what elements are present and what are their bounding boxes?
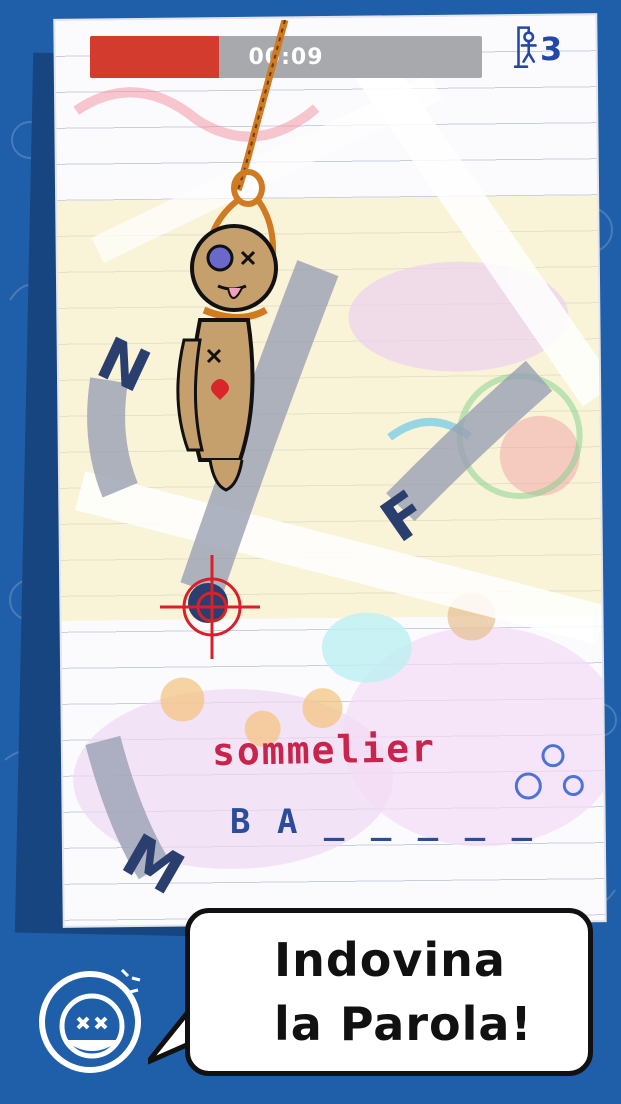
app-logo-icon[interactable] xyxy=(34,958,154,1078)
notebook-paper xyxy=(55,15,605,926)
banner-line-2: la Parola! xyxy=(274,997,533,1051)
hanging-doll xyxy=(176,20,289,492)
svg-text:M: M xyxy=(115,821,195,909)
flying-letter-m[interactable]: M xyxy=(115,820,205,910)
answer-pattern: B A _ _ _ _ _ xyxy=(230,802,536,842)
flying-letter-n[interactable]: N xyxy=(90,330,170,410)
banner-line-1: Indovina xyxy=(274,933,506,987)
svg-text:F: F xyxy=(370,477,440,550)
crosshair-icon[interactable] xyxy=(160,555,260,665)
doodle-scene xyxy=(57,46,605,880)
speech-bubble: Indovina la Parola! xyxy=(185,908,593,1076)
lives-count: 3 xyxy=(540,30,563,68)
svg-text:N: N xyxy=(90,330,160,406)
clue-word: sommelier xyxy=(211,726,437,774)
hangman-life-icon xyxy=(513,26,537,68)
flying-letter-f[interactable]: F xyxy=(370,470,450,550)
